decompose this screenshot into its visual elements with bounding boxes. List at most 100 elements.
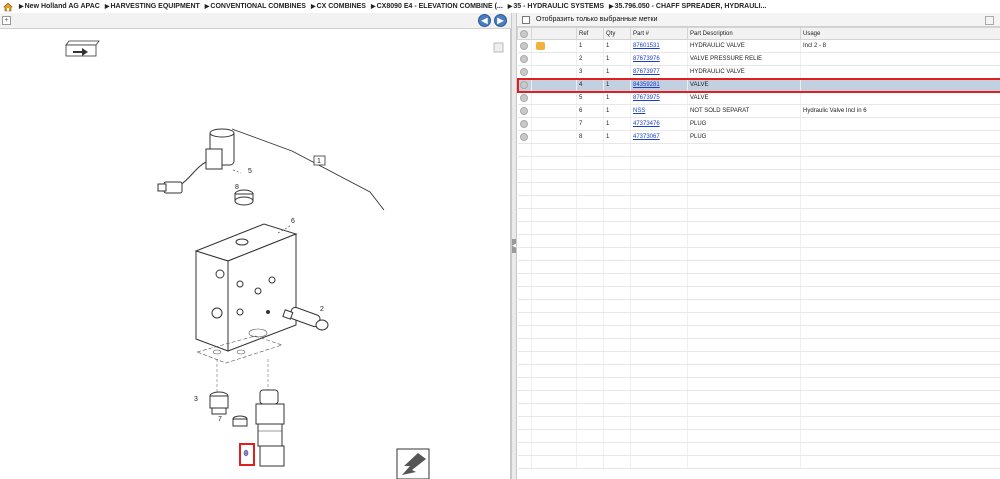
ref-cell: 2 [576, 52, 604, 66]
usage-cell: Incl 2 - 8 [800, 39, 1000, 53]
table-row[interactable]: 4 1 84359281 VALVE [516, 77, 1000, 93]
part-number-cell: NSS [630, 104, 688, 118]
empty-row [517, 143, 1000, 157]
breadcrumb-separator-icon: ▶ [104, 4, 110, 10]
export-drawing-icon[interactable] [65, 40, 100, 57]
breadcrumb-item[interactable]: New Holland AG APAC [25, 3, 100, 10]
row-select-icon[interactable] [517, 91, 532, 105]
callout-6[interactable]: 6 [291, 218, 295, 225]
zoom-reset-icon[interactable] [493, 42, 504, 53]
callout-3[interactable]: 5 [248, 168, 252, 175]
column-header-qty[interactable]: Qty [603, 27, 631, 40]
previous-page-button[interactable]: ◀ [478, 14, 491, 27]
part-number-link[interactable]: 87673977 [633, 69, 660, 75]
expand-toggle-button[interactable]: + [2, 16, 11, 25]
valve-block [194, 223, 298, 352]
plug-7 [232, 415, 248, 427]
row-select-icon[interactable] [517, 130, 532, 144]
part-number-link[interactable]: 47373067 [633, 134, 660, 140]
callout-1[interactable]: 1 [317, 158, 321, 165]
empty-row [517, 364, 1000, 378]
table-header-row: Ref Qty Part # Part Description Usage [517, 27, 1000, 40]
table-row[interactable]: 1 1 87601531 HYDRAULIC VALVE Incl 2 - 8 [517, 39, 1000, 53]
empty-row [517, 156, 1000, 170]
ref-cell: 5 [576, 91, 604, 105]
part-number-link[interactable]: 87673975 [633, 95, 660, 101]
qty-cell: 1 [603, 117, 631, 131]
breadcrumb-item[interactable]: 35 - HYDRAULIC SYSTEMS [513, 3, 604, 10]
part-number-link[interactable]: 47373476 [633, 121, 660, 127]
description-cell: VALVE [687, 78, 801, 92]
part-4-highlight[interactable] [239, 443, 255, 466]
home-icon[interactable] [3, 2, 13, 12]
empty-row [517, 390, 1000, 404]
usage-cell [800, 91, 1000, 105]
breadcrumb-item[interactable]: HARVESTING EQUIPMENT [110, 3, 199, 10]
column-header-ref[interactable]: Ref [576, 27, 604, 40]
row-select-icon[interactable] [517, 117, 532, 131]
row-select-icon[interactable] [517, 52, 532, 66]
row-note-cell [531, 39, 577, 53]
empty-row [517, 208, 1000, 222]
usage-cell [800, 65, 1000, 79]
breadcrumb-item[interactable]: CX COMBINES [317, 3, 366, 10]
empty-row [517, 169, 1000, 183]
drawing-pane: + ◀ ▶ 1 5 8 6 2 3 7 [0, 13, 511, 479]
description-cell: HYDRAULIC VALVE [687, 39, 801, 53]
column-header-usage[interactable]: Usage [800, 27, 1000, 40]
row-select-icon[interactable] [517, 39, 532, 53]
filter-selected-checkbox[interactable] [522, 15, 530, 24]
empty-row [517, 429, 1000, 443]
callout-5[interactable]: 3 [194, 396, 198, 403]
drawing-toolbar: + ◀ ▶ [0, 13, 511, 29]
part-number-link[interactable]: 84359281 [633, 82, 660, 88]
part-number-link[interactable]: NSS [633, 108, 645, 114]
grid-options-icon[interactable] [985, 16, 994, 25]
return-arrow-icon[interactable] [396, 448, 430, 479]
parts-table: Ref Qty Part # Part Description Usage 11… [516, 27, 1000, 469]
part-number-link[interactable]: 87673976 [633, 56, 660, 62]
column-header-part[interactable]: Part # [630, 27, 688, 40]
next-page-button[interactable]: ▶ [494, 14, 507, 27]
callout-7[interactable]: 7 [218, 416, 222, 423]
part-number-link[interactable]: 87601531 [633, 43, 660, 49]
collapse-handle-icon[interactable]: ◀ [512, 239, 516, 253]
column-header-description[interactable]: Part Description [687, 27, 801, 40]
parts-list-toolbar: Отобразить только выбранные метки [517, 13, 1000, 27]
part-number-cell: 87673976 [630, 52, 688, 66]
table-row[interactable]: 5 1 87673975 VALVE [517, 91, 1000, 105]
ref-cell: 3 [576, 65, 604, 79]
qty-cell: 1 [603, 39, 631, 53]
description-cell: NOT SOLD SEPARAT [687, 104, 801, 118]
qty-cell: 1 [603, 78, 631, 92]
ref-cell: 8 [576, 130, 604, 144]
row-note-cell [531, 130, 577, 144]
table-row[interactable]: 3 1 87673977 HYDRAULIC VALVE [517, 65, 1000, 79]
exploded-parts-diagram[interactable]: 1 5 8 6 2 3 7 [0, 29, 511, 479]
select-all-icon[interactable] [517, 27, 532, 40]
callout-8[interactable]: 8 [235, 184, 239, 191]
empty-row [517, 312, 1000, 326]
row-select-icon[interactable] [517, 78, 532, 92]
breadcrumb-separator-icon: ▶ [19, 4, 24, 10]
row-select-icon[interactable] [517, 65, 532, 79]
qty-cell: 1 [603, 104, 631, 118]
row-select-icon[interactable] [517, 104, 532, 118]
cartridge-valve [255, 389, 285, 467]
note-icon[interactable] [536, 42, 545, 50]
solenoid-coil [157, 128, 235, 194]
row-note-cell [531, 104, 577, 118]
breadcrumb-item[interactable]: CONVENTIONAL COMBINES [210, 3, 306, 10]
part-number-cell: 87601531 [630, 39, 688, 53]
table-row[interactable]: 7 1 47373476 PLUG [517, 117, 1000, 131]
table-row[interactable]: 8 1 47373067 PLUG [517, 130, 1000, 144]
empty-row [517, 182, 1000, 196]
table-row[interactable]: 2 1 87673976 VALVE PRESSURE RELIE [517, 52, 1000, 66]
usage-cell [800, 78, 1000, 92]
callout-2[interactable]: 2 [320, 306, 324, 313]
description-cell: HYDRAULIC VALVE [687, 65, 801, 79]
breadcrumb-item[interactable]: 35.796.050 - CHAFF SPREADER, HYDRAULI... [615, 3, 767, 10]
breadcrumb-item[interactable]: CX8090 E4 - ELEVATION COMBINE (... [377, 3, 503, 10]
breadcrumb-separator-icon: ▶ [204, 4, 210, 10]
table-row[interactable]: 6 1 NSS NOT SOLD SEPARAT Hydraulic Valve Inc… [517, 104, 1000, 118]
